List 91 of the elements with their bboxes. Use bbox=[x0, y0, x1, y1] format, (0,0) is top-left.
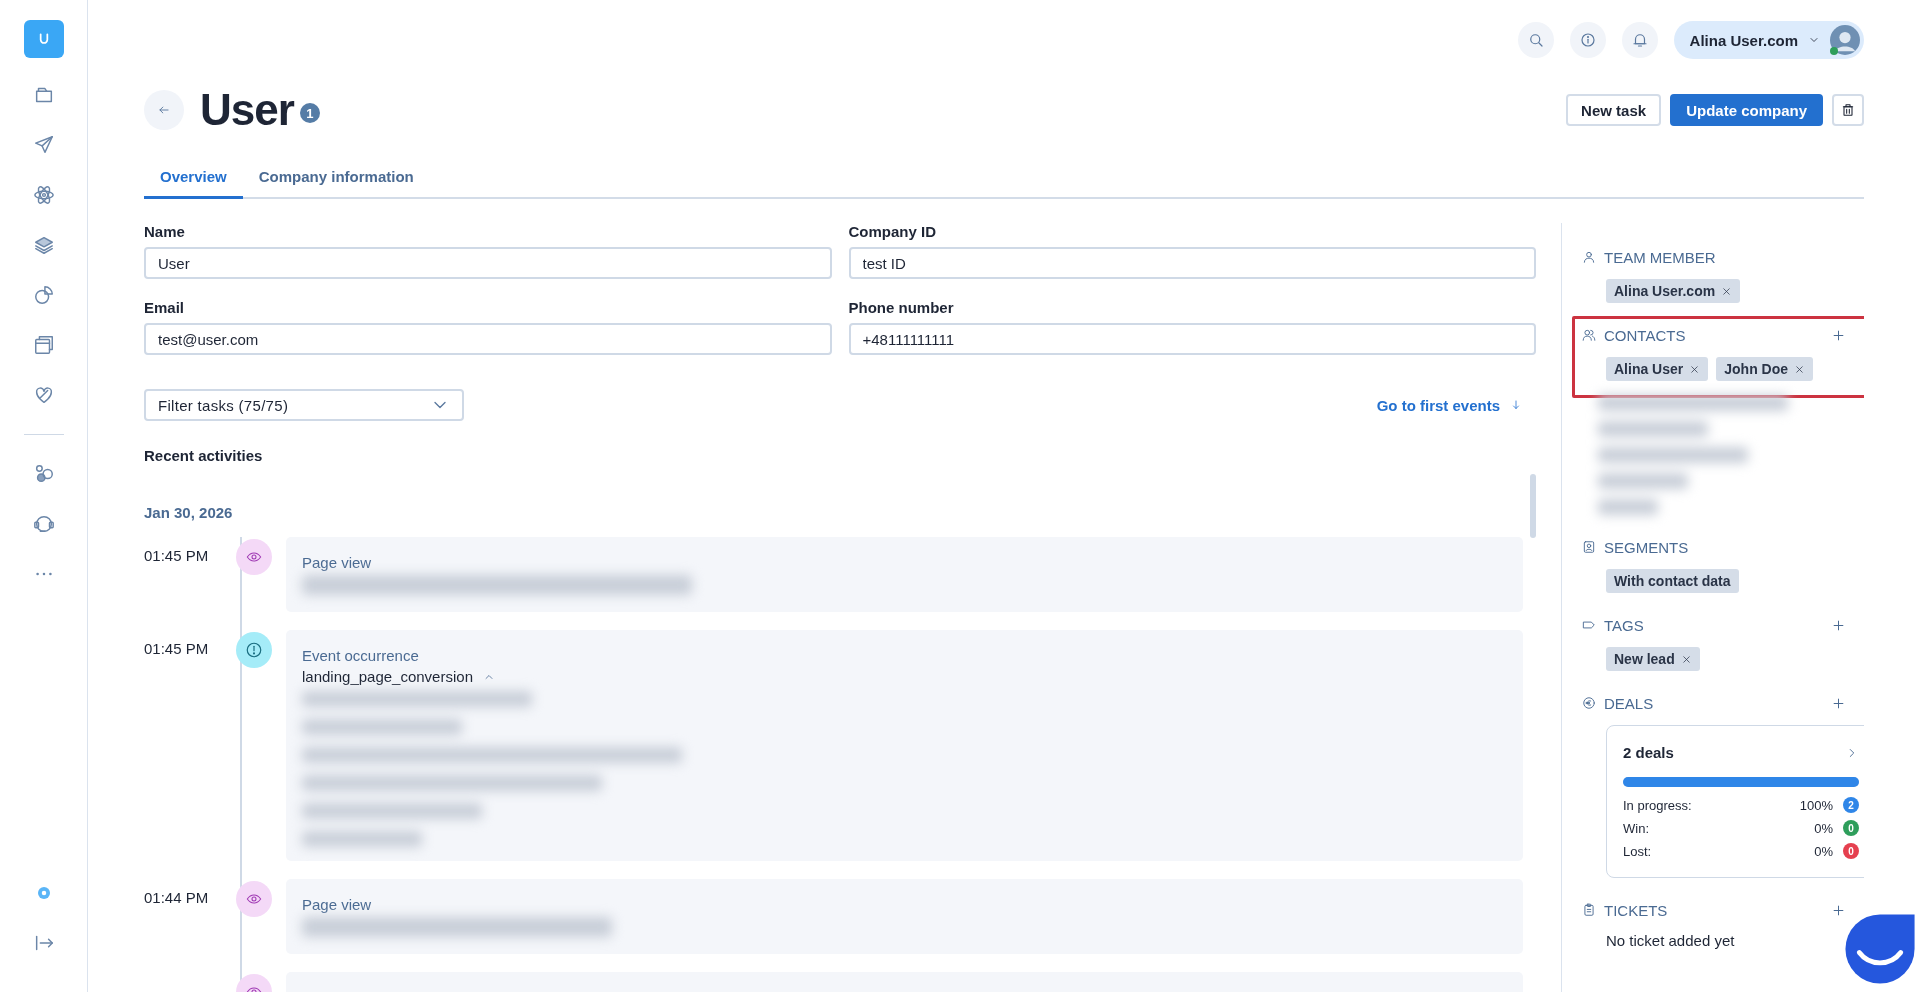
euro-icon bbox=[1582, 696, 1596, 710]
tab[interactable]: Overview bbox=[144, 156, 243, 199]
field-label: Phone number bbox=[848, 299, 955, 316]
section-heading: TEAM MEMBER bbox=[1604, 248, 1717, 266]
activity-title: Page view bbox=[302, 896, 373, 913]
section-heading: CONTACTS bbox=[1604, 326, 1687, 344]
activity-time: 01:44 PM bbox=[144, 888, 210, 908]
info-icon bbox=[1578, 31, 1597, 49]
info-button[interactable] bbox=[1569, 22, 1606, 58]
tab[interactable]: Company information bbox=[242, 156, 430, 199]
deal-status-label: In progress: bbox=[1623, 797, 1693, 813]
activity-title: Event occurrence bbox=[302, 647, 420, 664]
search-button[interactable] bbox=[1517, 22, 1554, 58]
people-icon bbox=[1582, 328, 1596, 342]
plus-icon bbox=[1831, 327, 1846, 343]
input-field[interactable]: User bbox=[144, 247, 832, 279]
deals-count: 2 deals bbox=[1623, 744, 1674, 761]
filter-dropdown[interactable]: Filter tasks (75/75) bbox=[144, 389, 464, 421]
id-badge-icon bbox=[1582, 540, 1596, 554]
deal-percent: 0% bbox=[1814, 820, 1833, 836]
notifications-button[interactable] bbox=[1621, 22, 1658, 58]
section-heading: SEGMENTS bbox=[1604, 538, 1690, 556]
delete-button[interactable] bbox=[1832, 94, 1864, 126]
activity-time: 01:45 PM bbox=[144, 546, 210, 566]
empty-message: No ticket added yet bbox=[1606, 932, 1736, 949]
paper-plane-icon bbox=[32, 134, 55, 156]
app-logo[interactable] bbox=[23, 20, 64, 58]
count-badge: 0 bbox=[1843, 820, 1859, 836]
new-task-button[interactable]: New task bbox=[1566, 94, 1662, 126]
event-name: landing_page_conversion bbox=[302, 668, 473, 685]
pie-chart-icon bbox=[32, 284, 55, 306]
date-heading: Jan 30, 2026 bbox=[144, 504, 234, 521]
eye-icon bbox=[246, 549, 262, 565]
remove-button[interactable] bbox=[1794, 363, 1806, 375]
input-field[interactable]: test ID bbox=[848, 247, 1536, 279]
count-badge: 1 bbox=[299, 103, 320, 123]
chip-label: Alina User bbox=[1614, 361, 1684, 377]
deal-percent: 0% bbox=[1814, 843, 1833, 859]
field-label: Name bbox=[144, 223, 186, 240]
close-icon bbox=[1689, 363, 1701, 375]
window-icon bbox=[32, 334, 55, 356]
scrollbar-thumb[interactable] bbox=[1530, 474, 1536, 538]
plus-icon bbox=[1831, 695, 1846, 711]
chip-label: Alina User.com bbox=[1614, 283, 1716, 299]
deal-status-label: Win: bbox=[1623, 820, 1650, 836]
input-field[interactable]: test@user.com bbox=[144, 323, 832, 355]
add-button[interactable] bbox=[1831, 617, 1846, 633]
chip-label: John Doe bbox=[1724, 361, 1789, 377]
avatar bbox=[1830, 25, 1860, 55]
count-badge: 2 bbox=[1843, 797, 1859, 813]
plus-icon bbox=[1831, 902, 1846, 918]
layers-icon bbox=[32, 234, 55, 256]
plus-icon bbox=[1831, 617, 1846, 633]
section-title: Recent activities bbox=[144, 447, 264, 464]
headset-icon bbox=[32, 513, 55, 535]
update-button[interactable]: Update company bbox=[1670, 94, 1823, 126]
alert-icon bbox=[245, 641, 263, 659]
chip-label: New lead bbox=[1614, 651, 1675, 667]
deal-percent: 100% bbox=[1799, 797, 1833, 813]
input-field[interactable]: +48111111111 bbox=[848, 323, 1536, 355]
section-heading: TICKETS bbox=[1604, 901, 1669, 919]
close-icon bbox=[1680, 653, 1692, 665]
arrow-down-icon bbox=[1510, 399, 1522, 411]
page-title: User bbox=[200, 85, 294, 135]
activity-title: Page view bbox=[302, 554, 373, 571]
remove-button[interactable] bbox=[1680, 653, 1692, 665]
close-icon bbox=[1794, 363, 1806, 375]
close-icon bbox=[1721, 285, 1733, 297]
add-button[interactable] bbox=[1831, 902, 1846, 918]
eye-icon bbox=[246, 891, 262, 907]
field-label: Email bbox=[144, 299, 186, 316]
go-to-first-link[interactable]: Go to first events bbox=[1376, 396, 1536, 414]
section-heading: DEALS bbox=[1604, 694, 1655, 712]
field-label: Company ID bbox=[848, 223, 937, 240]
chip-label: With contact data bbox=[1614, 573, 1731, 589]
bell-icon bbox=[1630, 31, 1649, 49]
clipboard-icon bbox=[1582, 903, 1596, 917]
add-button[interactable] bbox=[1831, 695, 1846, 711]
deal-status-label: Lost: bbox=[1623, 843, 1653, 859]
add-button[interactable] bbox=[1831, 327, 1846, 343]
remove-button[interactable] bbox=[1689, 363, 1701, 375]
tag-icon bbox=[1582, 618, 1596, 632]
count-badge: 0 bbox=[1843, 843, 1859, 859]
atom-icon bbox=[32, 184, 55, 206]
activity-time: 01:45 PM bbox=[144, 639, 210, 659]
user-menu[interactable]: Alina User.com bbox=[1673, 21, 1864, 59]
trash-icon bbox=[1840, 102, 1856, 118]
section-heading: TAGS bbox=[1604, 616, 1645, 634]
person-icon bbox=[1582, 250, 1596, 264]
more-icon bbox=[35, 572, 52, 576]
remove-button[interactable] bbox=[1721, 285, 1733, 297]
